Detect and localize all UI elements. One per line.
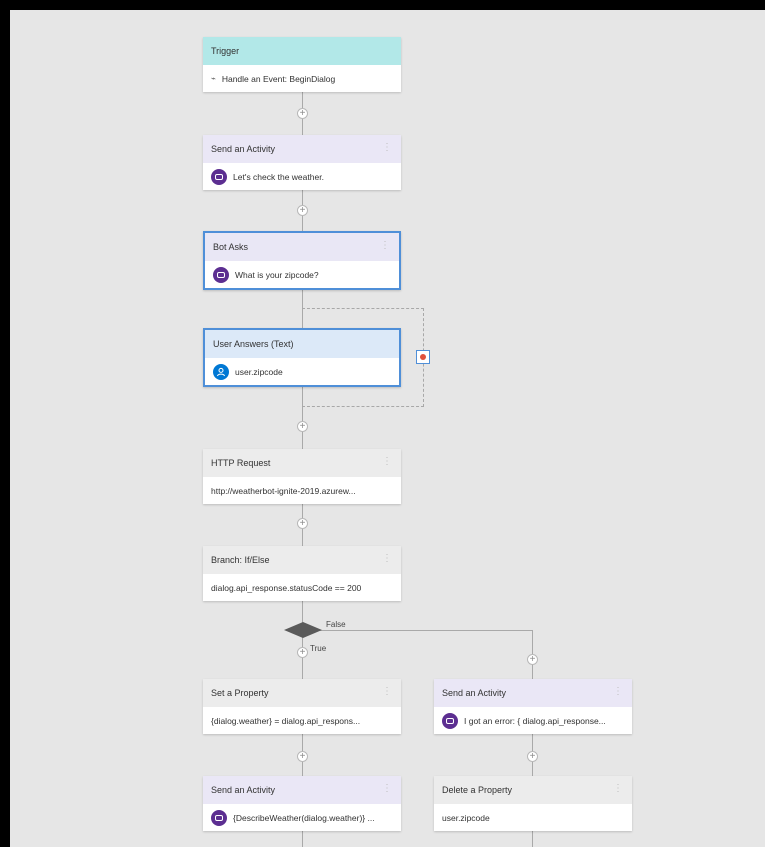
set-property-node[interactable]: Set a Property ⋮ {dialog.weather} = dial… [203,679,401,734]
node-text: Let's check the weather. [233,171,324,182]
node-body: ⌁ Handle an Event: BeginDialog [203,65,401,92]
branch-true-label: True [310,644,327,653]
condition-diamond-icon [284,622,322,638]
connector [302,831,303,847]
more-options-icon[interactable]: ⋮ [613,783,623,794]
node-body: Let's check the weather. [203,163,401,190]
add-step-button[interactable]: + [527,654,538,665]
node-header: Bot Asks ⋮ [205,233,399,261]
send-activity-weather-node[interactable]: Send an Activity ⋮ {DescribeWeather(dial… [203,776,401,831]
node-body: I got an error: { dialog.api_response... [434,707,632,734]
event-icon: ⌁ [211,74,216,83]
node-body: user.zipcode [434,804,632,831]
bot-asks-node[interactable]: Bot Asks ⋮ What is your zipcode? [203,231,401,290]
node-title: Set a Property [211,688,269,698]
node-text: user.zipcode [442,812,490,823]
add-step-button[interactable]: + [297,518,308,529]
bot-icon [211,168,227,185]
node-body: {DescribeWeather(dialog.weather)} ... [203,804,401,831]
node-text: Handle an Event: BeginDialog [221,73,336,84]
node-body: user.zipcode [205,358,399,385]
node-header: Trigger [203,37,401,65]
error-status-icon[interactable] [416,350,430,364]
node-body: dialog.api_response.statusCode == 200 [203,574,401,601]
delete-property-node[interactable]: Delete a Property ⋮ user.zipcode [434,776,632,831]
node-header: Send an Activity ⋮ [203,776,401,804]
node-header: Send an Activity ⋮ [434,679,632,707]
add-step-button[interactable]: + [297,205,308,216]
add-step-button[interactable]: + [297,108,308,119]
connector [320,630,533,631]
more-options-icon[interactable]: ⋮ [382,456,392,467]
more-options-icon[interactable]: ⋮ [382,553,392,564]
add-step-button[interactable]: + [297,751,308,762]
add-step-button[interactable]: + [297,421,308,432]
node-title: Send an Activity [442,688,507,698]
send-activity-error-node[interactable]: Send an Activity ⋮ I got an error: { dia… [434,679,632,734]
node-text: dialog.api_response.statusCode == 200 [211,582,362,593]
node-header: Send an Activity ⋮ [203,135,401,163]
node-title: Trigger [211,46,240,56]
node-header: Branch: If/Else ⋮ [203,546,401,574]
node-title: Branch: If/Else [211,555,270,565]
branch-node[interactable]: Branch: If/Else ⋮ dialog.api_response.st… [203,546,401,601]
node-text: {DescribeWeather(dialog.weather)} ... [233,812,375,823]
bot-icon [213,266,229,283]
bot-icon [211,809,227,826]
flow-canvas[interactable]: + + + + + + + + Trigger ⌁ Handle an Even… [10,10,765,847]
more-options-icon[interactable]: ⋮ [382,686,392,697]
trigger-node[interactable]: Trigger ⌁ Handle an Event: BeginDialog [203,37,401,92]
send-activity-node[interactable]: Send an Activity ⋮ Let's check the weath… [203,135,401,190]
node-title: Bot Asks [213,242,249,252]
node-body: http://weatherbot-ignite-2019.azurew... [203,477,401,504]
add-step-button[interactable]: + [297,647,308,658]
bot-icon [442,712,458,729]
more-options-icon[interactable]: ⋮ [380,240,390,251]
node-title: Send an Activity [211,144,276,154]
node-title: User Answers (Text) [213,339,294,349]
node-text: user.zipcode [235,366,283,377]
node-text: http://weatherbot-ignite-2019.azurew... [211,485,356,496]
connector [532,831,533,847]
node-body: What is your zipcode? [205,261,399,288]
node-body: {dialog.weather} = dialog.api_respons... [203,707,401,734]
node-text: What is your zipcode? [235,269,319,280]
node-text: {dialog.weather} = dialog.api_respons... [211,715,361,726]
node-header: Delete a Property ⋮ [434,776,632,804]
node-text: I got an error: { dialog.api_response... [464,715,606,726]
more-options-icon[interactable]: ⋮ [613,686,623,697]
more-options-icon[interactable]: ⋮ [382,783,392,794]
user-answers-node[interactable]: User Answers (Text) user.zipcode [203,328,401,387]
add-step-button[interactable]: + [527,751,538,762]
http-request-node[interactable]: HTTP Request ⋮ http://weatherbot-ignite-… [203,449,401,504]
node-header: HTTP Request ⋮ [203,449,401,477]
branch-false-label: False [326,620,346,629]
more-options-icon[interactable]: ⋮ [382,142,392,153]
node-title: Send an Activity [211,785,276,795]
node-title: HTTP Request [211,458,271,468]
node-header: User Answers (Text) [205,330,399,358]
node-title: Delete a Property [442,785,513,795]
node-header: Set a Property ⋮ [203,679,401,707]
user-icon [213,363,229,380]
